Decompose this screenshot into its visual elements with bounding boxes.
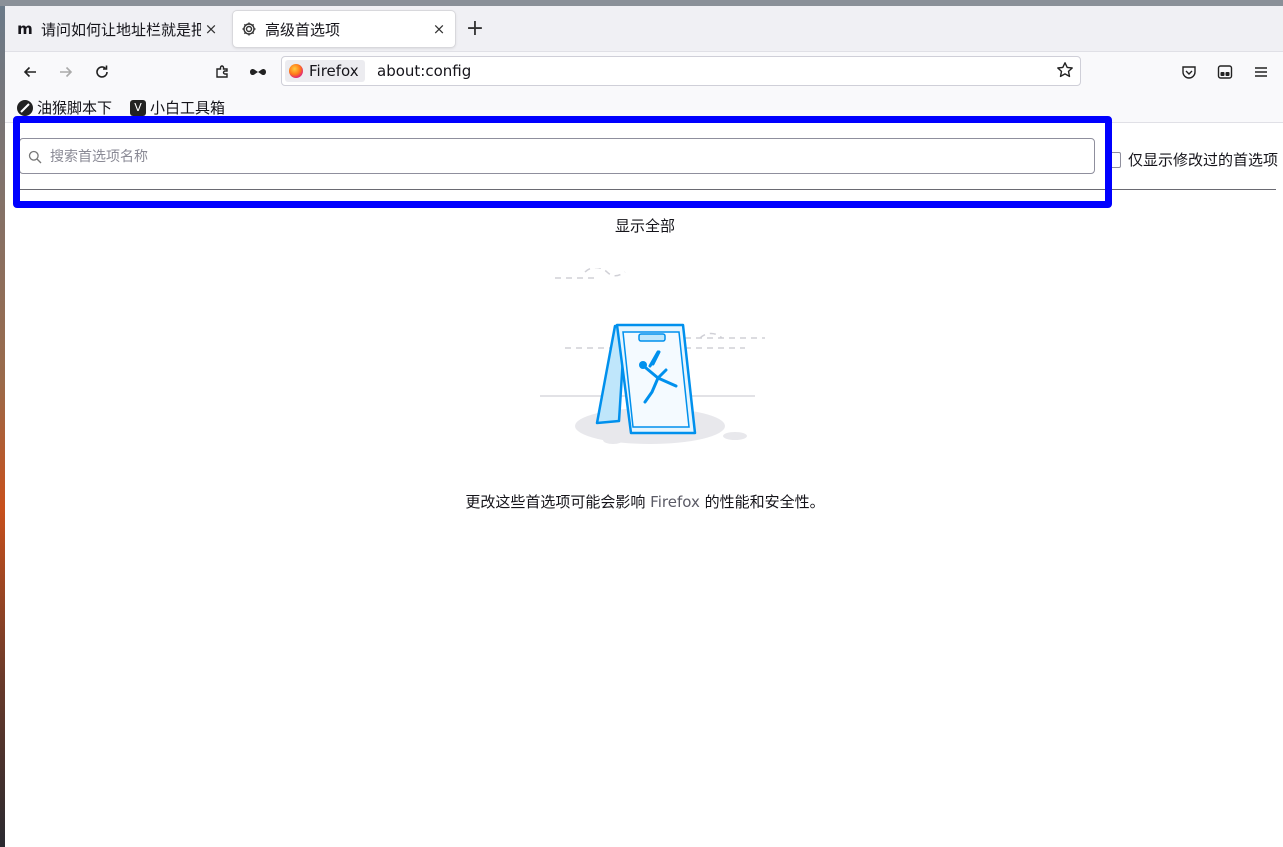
hamburger-menu-icon: [1255, 67, 1267, 77]
modified-only-toggle[interactable]: 仅显示修改过的首选项: [1105, 149, 1278, 170]
checkbox[interactable]: [1105, 151, 1121, 168]
modified-only-label: 仅显示修改过的首选项: [1128, 151, 1279, 169]
tab-bar: m 请问如何让地址栏就是把 × 高级首选项 × +: [5, 6, 1283, 51]
gear-icon: [241, 21, 257, 37]
warning-brand: Firefox: [650, 493, 700, 511]
address-bar[interactable]: Firefox about:config: [281, 56, 1081, 86]
warning-prefix: 更改这些首选项可能会影响: [465, 493, 651, 511]
warning-message: 更改这些首选项可能会影响 Firefox 的性能和安全性。: [5, 491, 1283, 512]
identity-label: Firefox: [309, 62, 359, 80]
about-config-page: 仅显示修改过的首选项 显示全部: [5, 123, 1283, 847]
forward-button[interactable]: [54, 60, 78, 84]
bookmark-label: 油猴脚本下: [37, 99, 113, 117]
private-mask-button[interactable]: [246, 60, 270, 84]
tab-question[interactable]: m 请问如何让地址栏就是把 ×: [9, 11, 227, 47]
tab-label: 请问如何让地址栏就是把: [41, 20, 201, 39]
site-m-icon: m: [17, 20, 33, 38]
bookmark-item[interactable]: V 小白工具箱: [130, 97, 225, 118]
tab-advanced-preferences[interactable]: 高级首选项 ×: [233, 11, 455, 47]
divider: [19, 189, 1276, 190]
forward-arrow-icon: [60, 66, 73, 78]
close-icon[interactable]: ×: [429, 20, 449, 38]
firefox-icon: [289, 64, 303, 78]
url-text[interactable]: about:config: [377, 62, 471, 80]
extension-button[interactable]: [210, 60, 234, 84]
puzzle-icon: [216, 65, 228, 78]
caution-sign-illustration: [535, 266, 765, 472]
show-all-button[interactable]: 显示全部: [5, 215, 1283, 236]
v-icon: V: [130, 99, 146, 116]
tab-label: 高级首选项: [265, 20, 341, 39]
pocket-icon: [1182, 66, 1196, 79]
reload-icon: [96, 65, 108, 78]
back-arrow-icon: [23, 66, 36, 78]
bookmark-item[interactable]: 油猴脚本下: [17, 97, 112, 118]
mask-icon: [250, 68, 266, 76]
monkey-icon: [17, 99, 33, 116]
containers-button[interactable]: [1213, 60, 1237, 84]
app-menu-button[interactable]: [1249, 60, 1273, 84]
close-icon[interactable]: ×: [201, 20, 221, 38]
search-input[interactable]: [48, 139, 1092, 175]
warning-suffix: 的性能和安全性。: [699, 493, 825, 511]
browser-window: m 请问如何让地址栏就是把 × 高级首选项 × + Firefox about:…: [5, 6, 1283, 847]
search-icon: [28, 149, 42, 168]
reload-button[interactable]: [90, 60, 114, 84]
identity-box[interactable]: Firefox: [285, 60, 365, 82]
bookmark-star-icon[interactable]: [1056, 61, 1074, 83]
account-icon: [1217, 65, 1233, 79]
pocket-button[interactable]: [1177, 60, 1201, 84]
back-button[interactable]: [18, 60, 42, 84]
navigation-toolbar: Firefox about:config: [5, 51, 1283, 92]
preference-search-box[interactable]: [19, 138, 1095, 175]
bookmarks-toolbar: 油猴脚本下 V 小白工具箱: [5, 92, 1283, 123]
new-tab-button[interactable]: +: [463, 18, 487, 42]
bookmark-label: 小白工具箱: [150, 99, 226, 117]
